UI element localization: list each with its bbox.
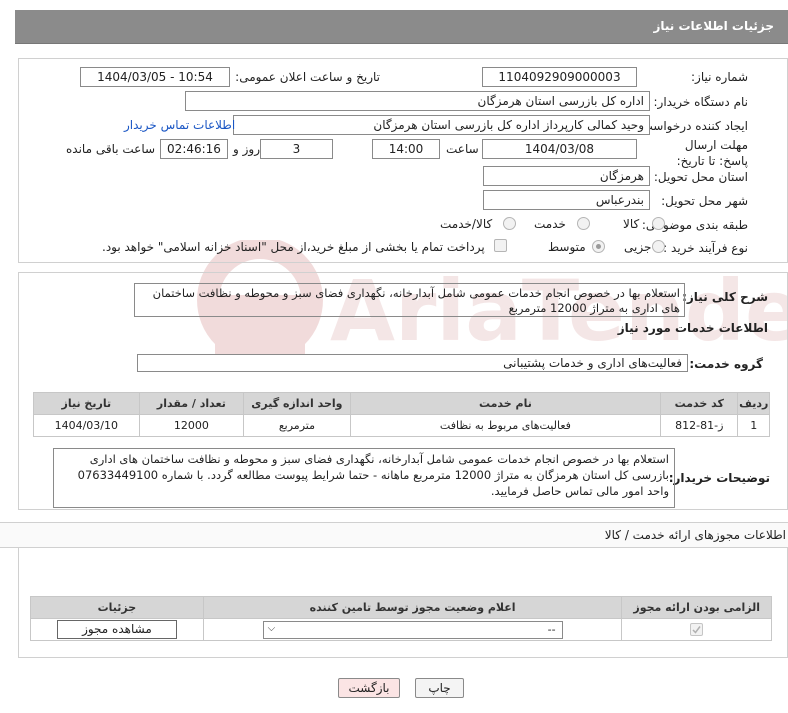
deadline-time-field[interactable]: 14:00 (372, 139, 440, 159)
service-group-label: گروه خدمت: (689, 357, 763, 371)
permit-status-value: -- (547, 622, 556, 636)
back-button[interactable]: بازگشت (338, 678, 400, 698)
check-icon (692, 626, 701, 634)
cell-row-number: 1 (737, 414, 770, 437)
purchase-type-label: نوع فرآیند خرید : (663, 241, 748, 255)
col-service-code: کد خدمت (660, 392, 739, 415)
remaining-time-field[interactable]: 02:46:16 (160, 139, 228, 159)
services-section-title: اطلاعات خدمات مورد نیاز (617, 321, 768, 335)
permit-status-select[interactable]: ⌵ -- (262, 620, 563, 639)
header-bar: جزئیات اطلاعات نیاز (15, 10, 788, 44)
col-quantity: تعداد / مقدار (138, 392, 245, 415)
col-need-date: تاریخ نیاز (33, 392, 140, 415)
category-goods-service-label: کالا/خدمت (440, 217, 493, 231)
city-field[interactable]: بندرعباس (483, 190, 650, 210)
purchase-medium-radio[interactable] (592, 240, 605, 253)
announce-date-label: تاریخ و ساعت اعلان عمومی: (235, 70, 380, 84)
buyer-org-label: نام دستگاه خریدار: (653, 95, 749, 109)
hour-label: ساعت (446, 142, 479, 156)
cell-service-name: فعالیت‌های مربوط به نظافت (349, 414, 662, 437)
category-goods-label: کالا (623, 217, 640, 231)
select-chevron-down-icon: ⌵ (267, 622, 276, 634)
creator-label: ایجاد کننده درخواست: (637, 119, 748, 133)
treasury-payment-note: پرداخت تمام یا بخشی از مبلغ خرید،از محل … (102, 240, 485, 254)
buyer-org-field[interactable]: اداره کل بازرسی استان هرمزگان (185, 91, 650, 111)
remaining-time-label: ساعت باقی مانده (66, 142, 156, 156)
col-unit: واحد اندازه گیری (243, 392, 351, 415)
col-row-number: ردیف (737, 392, 770, 415)
category-goods-service-radio[interactable] (503, 217, 516, 230)
treasury-payment-checkbox[interactable] (494, 239, 507, 252)
deadline-label: مهلت ارسال پاسخ: تا تاریخ: (676, 138, 748, 168)
permits-table: الزامی بودن ارائه مجوز اعلام وضعیت مجوز … (30, 596, 772, 641)
cell-service-code: ز-81-812 (660, 414, 739, 437)
province-label: استان محل تحویل: (653, 170, 748, 184)
city-label: شهر محل تحویل: (661, 194, 748, 208)
services-table-header: ردیف کد خدمت نام خدمت واحد اندازه گیری ت… (33, 392, 770, 415)
services-table: ردیف کد خدمت نام خدمت واحد اندازه گیری ت… (33, 392, 770, 437)
col-permit-required: الزامی بودن ارائه مجوز (621, 596, 772, 619)
announce-date-field[interactable]: 1404/03/05 - 10:54 (80, 67, 230, 87)
permits-table-header: الزامی بودن ارائه مجوز اعلام وضعیت مجوز … (30, 596, 772, 619)
days-remaining-field[interactable]: 3 (260, 139, 333, 159)
summary-label: شرح کلی نیاز: (682, 290, 768, 304)
need-number-field[interactable]: 1104092909000003 (482, 67, 637, 87)
page-title: جزئیات اطلاعات نیاز (653, 19, 774, 33)
need-number-label: شماره نیاز: (691, 70, 748, 84)
days-label: روز و (233, 142, 260, 156)
buyer-notes-textarea[interactable]: استعلام بها در خصوص انجام خدمات عمومی شا… (53, 448, 675, 508)
cell-quantity: 12000 (138, 414, 245, 437)
cell-unit: مترمربع (243, 414, 351, 437)
print-button[interactable]: چاپ (415, 678, 464, 698)
table-row: 1 ز-81-812 فعالیت‌های مربوط به نظافت متر… (33, 414, 770, 437)
permits-header-line: اطلاعات مجوزهای ارائه خدمت / کالا (0, 522, 788, 548)
buyer-contact-link[interactable]: اطلاعات تماس خریدار (124, 118, 235, 132)
view-permit-button[interactable]: مشاهده مجوز (56, 620, 177, 639)
creator-field[interactable]: وحید کمالی کارپرداز اداره کل بازرسی استا… (233, 115, 650, 135)
summary-textarea[interactable]: استعلام بها در خصوص انجام خدمات عمومی شا… (134, 283, 685, 317)
col-service-name: نام خدمت (349, 392, 662, 415)
buyer-notes-label: توضیحات خریدار: (668, 471, 770, 485)
permits-section-title: اطلاعات مجوزهای ارائه خدمت / کالا (604, 528, 786, 542)
cell-need-date: 1404/03/10 (33, 414, 140, 437)
purchase-medium-label: متوسط (548, 240, 586, 254)
province-field[interactable]: هرمزگان (483, 166, 650, 186)
permit-required-checkbox (690, 623, 704, 637)
col-permit-status: اعلام وضعیت مجوز توسط تامین کننده (202, 596, 623, 619)
purchase-minor-label: جزیی (624, 240, 652, 254)
purchase-minor-radio[interactable] (652, 240, 665, 253)
service-group-field[interactable]: فعالیت‌های اداری و خدمات پشتیبانی (137, 354, 688, 372)
category-service-radio[interactable] (577, 217, 590, 230)
table-row: ⌵ -- مشاهده مجوز (30, 618, 772, 641)
col-permit-details: جزئیات (30, 596, 204, 619)
category-goods-radio[interactable] (652, 217, 665, 230)
category-service-label: خدمت (534, 217, 566, 231)
deadline-date-field[interactable]: 1404/03/08 (482, 139, 637, 159)
